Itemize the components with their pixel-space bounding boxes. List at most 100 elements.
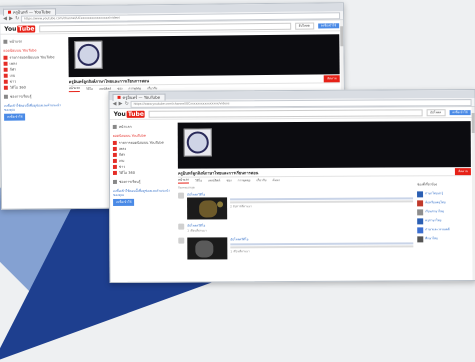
scrollbar-thumb[interactable] (471, 113, 475, 134)
video360-icon (3, 85, 8, 90)
home-icon (3, 39, 8, 44)
channel-avatar[interactable] (74, 40, 103, 70)
sidebar-item-browse[interactable]: ช่องการเรียนรู้ (3, 93, 62, 100)
channel-icon (3, 55, 8, 60)
related-channel-item[interactable]: ห้องเรียนครูไทย (417, 198, 471, 207)
forward-icon[interactable]: ▶ (9, 16, 13, 22)
related-channel-item[interactable]: ครูภาษาไทย (417, 216, 471, 225)
youtube-logo[interactable]: You Tube (4, 24, 36, 33)
search-input[interactable] (148, 108, 423, 118)
tab-discussion[interactable]: การพูดคุย (238, 178, 251, 183)
sidebar-heading: ยอดนิยมบน YouTube (3, 48, 37, 53)
youtube-logo[interactable]: You Tube (114, 110, 145, 117)
youtube-favicon-icon (117, 95, 121, 99)
news-icon (112, 164, 117, 169)
subscribe-button[interactable]: ติดตาม (455, 167, 471, 175)
video-thumbnail[interactable] (187, 237, 228, 260)
logo-you: You (113, 110, 126, 118)
related-channel-label: ภาษาและวรรณคดี (425, 226, 450, 232)
tab-search[interactable]: ค้นหา (272, 178, 280, 183)
channel-thumb-icon (417, 199, 424, 206)
related-heading: ช่องที่เกี่ยวข้อง (416, 182, 438, 187)
promo-signin-button[interactable]: ลงชื่อเข้าใช้ (4, 113, 26, 121)
youtube-favicon-icon (7, 10, 12, 14)
search-input[interactable] (39, 22, 291, 32)
address-bar[interactable]: https://www.youtube.com/channel/UCxxxxxx… (130, 98, 472, 108)
channel-thumb-icon (417, 217, 424, 224)
video-thumbnail[interactable] (187, 197, 228, 220)
related-channel-item[interactable]: ภาษาและวรรณคดี (417, 225, 471, 234)
related-channel-item[interactable]: ศึกษาไทย (417, 234, 471, 243)
signin-button[interactable]: ลงชื่อเข้าใช้ (449, 109, 471, 115)
related-channel-item[interactable]: เรียนภาษาไทย (417, 207, 471, 216)
feed-item[interactable]: อัปโหลดวิดีโอ 1 เดือนที่ผ่านมา (178, 220, 413, 235)
sidebar-item[interactable]: วิดีโอ 360 (112, 170, 171, 176)
browse-icon (3, 94, 8, 99)
channel-thumb-icon (417, 190, 424, 197)
video360-icon (112, 170, 117, 175)
channel-name[interactable]: ครูอินทร์ลูกสิงห์ภาษาไทยและการเรียนการสอ… (178, 169, 258, 176)
channel-main: ครูอินทร์ลูกสิงห์ภาษาไทยและการเรียนการสอ… (174, 118, 475, 265)
related-channel-label: ครูภาษาไทย (425, 218, 442, 223)
reload-icon[interactable]: ↻ (15, 16, 19, 22)
logo-tube: Tube (126, 110, 145, 118)
sidebar-item-label: วิดีโอ 360 (9, 85, 26, 90)
related-channel-item[interactable]: ภาษาไทยน่ารู้ (417, 189, 471, 198)
signin-promo-text: ลงชื่อเข้าใช้ตอนนี้เพื่อดูช่องและคำแนะนำ… (113, 188, 171, 197)
signin-button[interactable]: ลงชื่อเข้าใช้ (317, 22, 340, 28)
channel-thumb-icon (417, 226, 424, 233)
scrollbar[interactable] (471, 107, 475, 281)
promo-signin-button[interactable]: ลงชื่อเข้าใช้ (113, 198, 135, 206)
channel-thumb-icon (417, 208, 424, 215)
reload-icon[interactable]: ↻ (125, 101, 129, 107)
gaming-icon (112, 158, 117, 163)
feed-item[interactable]: อัปโหลดวิดีโอ 1 เดือนที่ผ่านมา (178, 234, 414, 261)
logo-you: You (4, 25, 17, 33)
feed-item-text: อัปโหลดวิดีโอ 2 สัปดาห์ที่ผ่านมา (187, 191, 414, 220)
gaming-icon (3, 73, 8, 78)
news-icon (3, 79, 8, 84)
sports-icon (3, 67, 8, 72)
scrollbar-thumb[interactable] (340, 26, 344, 47)
sidebar-item[interactable]: วิดีโอ 360 (3, 84, 62, 91)
related-channel-label: ห้องเรียนครูไทย (425, 199, 446, 205)
avatar (178, 237, 185, 244)
feed-item[interactable]: อัปโหลดวิดีโอ 2 สัปดาห์ที่ผ่านมา (178, 189, 414, 221)
subscribe-button[interactable]: ติดตาม (324, 74, 340, 82)
thumb-subject (199, 200, 218, 218)
sidebar-item-label: หน้าแรก (9, 39, 23, 44)
music-icon (112, 146, 117, 151)
feed-item-title[interactable]: อัปโหลดวิดีโอ (230, 236, 413, 242)
channel-avatar[interactable] (183, 128, 212, 157)
feed-item-text: อัปโหลดวิดีโอ 1 เดือนที่ผ่านมา (187, 222, 413, 233)
upload-button[interactable]: อัปโหลด (294, 22, 314, 30)
forward-icon[interactable]: ▶ (119, 101, 123, 107)
sidebar-item-label: ช่องการเรียนรู้ (118, 179, 141, 184)
sports-icon (112, 152, 117, 157)
tab-videos[interactable]: วิดีโอ (195, 178, 202, 183)
upload-button[interactable]: อัปโหลด (426, 108, 446, 116)
browse-icon (112, 179, 117, 184)
sidebar-item-label: วิดีโอ 360 (118, 170, 135, 175)
signin-promo-text: ลงชื่อเข้าใช้ตอนนี้เพื่อดูช่องและคำแนะนำ… (3, 103, 62, 112)
tab-channels[interactable]: ช่อง (226, 178, 231, 183)
feed-item-text: อัปโหลดวิดีโอ 1 เดือนที่ผ่านมา (187, 236, 414, 260)
tab-home[interactable]: หน้าแรก (68, 85, 80, 93)
sidebar-item-home[interactable]: หน้าแรก (3, 38, 61, 45)
related-channels: ช่องที่เกี่ยวข้อง ภาษาไทยน่ารู้ ห้องเรีย… (413, 182, 471, 260)
sidebar-item-home[interactable]: หน้าแรก (112, 124, 171, 130)
seal-icon (186, 131, 209, 154)
sidebar: หน้าแรก ยอดนิยมบน YouTube รายการยอดนิยมบ… (0, 34, 65, 125)
related-channel-label: เรียนภาษาไทย (425, 209, 445, 214)
sidebar-item-browse[interactable]: ช่องการเรียนรู้ (112, 179, 171, 185)
back-icon[interactable]: ◀ (3, 16, 7, 22)
channel-name[interactable]: ครูอินทร์ลูกสิงห์ภาษาไทยและการเรียนการสอ… (69, 77, 149, 85)
tab-videos[interactable]: วิดีโอ (86, 86, 93, 91)
tab-about[interactable]: เกี่ยวกับ (256, 178, 266, 183)
back-icon[interactable]: ◀ (113, 101, 117, 107)
feed-item-meta: 1 เดือนที่ผ่านมา (230, 249, 250, 254)
home-icon (112, 124, 117, 129)
channel-banner (177, 121, 471, 169)
channel-content: กิจกรรมล่าสุด อัปโหลดวิดีโอ 2 สัปดาห์ที่… (178, 182, 471, 262)
tab-playlists[interactable]: เพลย์ลิสต์ (208, 178, 220, 183)
